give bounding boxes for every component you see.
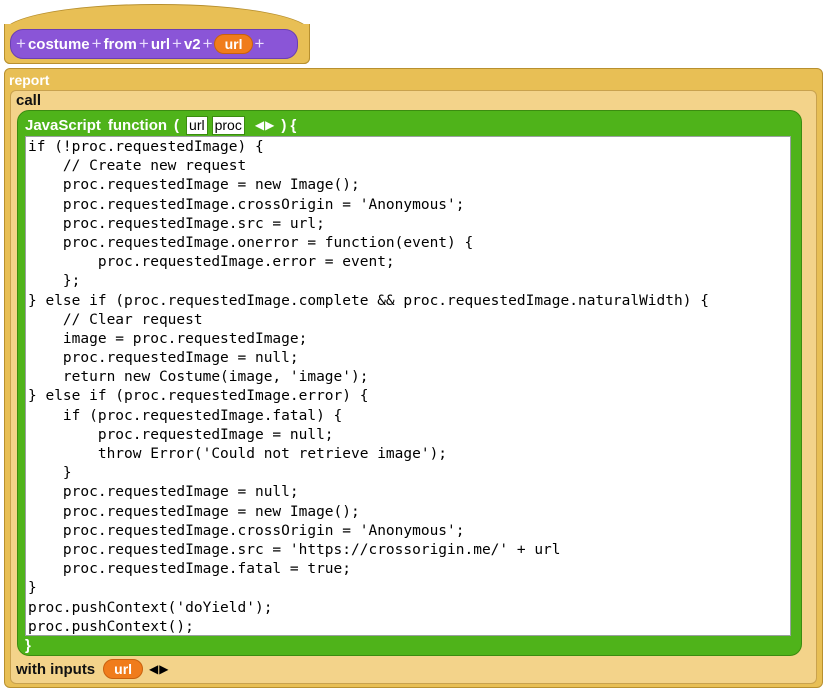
- prototype-word-v2[interactable]: v2: [184, 36, 201, 53]
- block-prototype[interactable]: + costume + from + url + v2 + url +: [10, 29, 298, 59]
- param-input-proc[interactable]: proc: [211, 115, 245, 135]
- code-editor[interactable]: if (!proc.requestedImage) { // Create ne…: [25, 136, 791, 636]
- arrows-icon[interactable]: ◀▶: [255, 118, 275, 132]
- code-line: proc.pushContext();: [28, 618, 194, 635]
- function-end-brace: }: [25, 637, 31, 654]
- plus-icon[interactable]: +: [16, 34, 26, 54]
- with-inputs-label: with inputs: [16, 660, 96, 678]
- code-line: proc.requestedImage = null;: [28, 350, 299, 367]
- code-line: proc.requestedImage = new Image();: [28, 503, 360, 520]
- plus-icon[interactable]: +: [203, 34, 213, 54]
- code-line: proc.requestedImage.error = event;: [28, 254, 395, 271]
- code-line: proc.requestedImage.crossOrigin = 'Anony…: [28, 196, 465, 213]
- code-line: if (!proc.requestedImage) {: [28, 139, 264, 155]
- code-line: proc.pushContext('doYield');: [28, 599, 273, 616]
- code-line: proc.requestedImage = null;: [28, 426, 334, 443]
- prototype-word-costume[interactable]: costume: [28, 36, 90, 53]
- code-line: proc.requestedImage.onerror = function(e…: [28, 234, 474, 251]
- code-line: }: [28, 465, 72, 482]
- code-line: image = proc.requestedImage;: [28, 330, 308, 347]
- code-line: // Create new request: [28, 158, 247, 175]
- open-paren: (: [174, 116, 180, 134]
- plus-icon[interactable]: +: [254, 34, 264, 54]
- code-line: proc.requestedImage.crossOrigin = 'Anony…: [28, 522, 465, 539]
- code-line: if (proc.requestedImage.fatal) {: [28, 407, 343, 424]
- plus-icon[interactable]: +: [172, 34, 182, 54]
- code-line: throw Error('Could not retrieve image');: [28, 446, 448, 462]
- code-line: proc.requestedImage.src = 'https://cross…: [28, 541, 561, 558]
- code-line: } else if (proc.requestedImage.error) {: [28, 388, 369, 405]
- plus-icon[interactable]: +: [139, 34, 149, 54]
- code-line: proc.requestedImage = null;: [28, 484, 299, 501]
- prototype-word-url[interactable]: url: [151, 36, 170, 53]
- plus-icon[interactable]: +: [92, 34, 102, 54]
- arrows-icon[interactable]: ◀▶: [149, 662, 169, 676]
- javascript-function-header: JavaScript function ( url proc ◀▶ ) {: [25, 114, 296, 136]
- param-input-url[interactable]: url: [186, 115, 208, 135]
- code-line: proc.requestedImage.src = url;: [28, 215, 325, 232]
- input-parameter-url[interactable]: url: [213, 34, 254, 54]
- code-line: } else if (proc.requestedImage.complete …: [28, 292, 709, 309]
- code-line: proc.requestedImage = new Image();: [28, 177, 360, 194]
- close-paren-brace: ) {: [281, 116, 297, 134]
- code-line: proc.requestedImage.fatal = true;: [28, 561, 352, 578]
- keyword-javascript: JavaScript: [25, 116, 101, 134]
- code-line: // Clear request: [28, 311, 203, 328]
- code-line: }: [28, 580, 37, 597]
- with-inputs-row: with inputs url ◀▶: [16, 659, 176, 679]
- prototype-word-from[interactable]: from: [104, 36, 137, 53]
- report-label: report: [9, 72, 50, 88]
- code-line: return new Costume(image, 'image');: [28, 369, 369, 386]
- keyword-function: function: [107, 116, 168, 134]
- call-label: call: [16, 92, 42, 109]
- code-line: };: [28, 273, 81, 290]
- with-inputs-url-variable[interactable]: url: [103, 659, 144, 679]
